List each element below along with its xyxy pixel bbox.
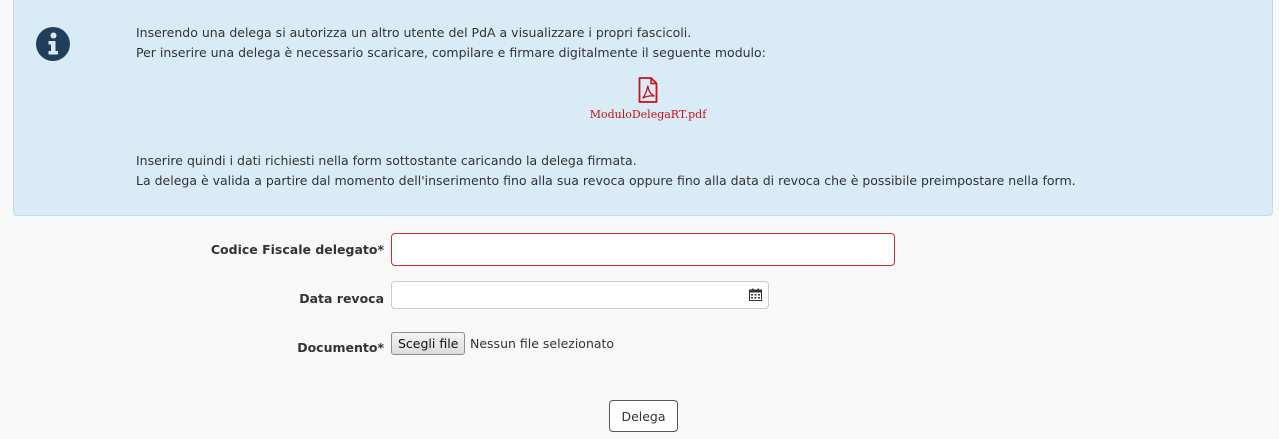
data-revoca-input[interactable]	[391, 281, 769, 309]
info-text-line-1: Inserendo una delega si autorizza un alt…	[136, 25, 692, 40]
info-text-line-3: Inserire quindi i dati richiesti nella f…	[136, 153, 637, 168]
info-circle-icon	[36, 27, 70, 61]
info-text-line-4: La delega è valida a partire dal momento…	[136, 173, 1076, 188]
info-alert: Inserendo una delega si autorizza un alt…	[13, 0, 1273, 216]
documento-label: Documento*	[297, 340, 384, 355]
delega-submit-button[interactable]: Delega	[609, 400, 678, 432]
pdf-download-link[interactable]: ModuloDelegaRT.pdf	[588, 74, 708, 124]
data-revoca-label: Data revoca	[299, 291, 384, 306]
calendar-icon[interactable]	[749, 288, 762, 301]
pdf-filename: ModuloDelegaRT.pdf	[589, 108, 707, 121]
file-status-text: Nessun file selezionato	[470, 336, 615, 351]
codice-fiscale-label: Codice Fiscale delegato*	[210, 242, 384, 257]
codice-fiscale-input[interactable]	[391, 233, 895, 266]
pdf-file-icon	[638, 77, 658, 103]
info-text-line-2: Per inserire una delega è necessario sca…	[136, 45, 766, 60]
choose-file-button[interactable]: Scegli file	[391, 332, 466, 355]
